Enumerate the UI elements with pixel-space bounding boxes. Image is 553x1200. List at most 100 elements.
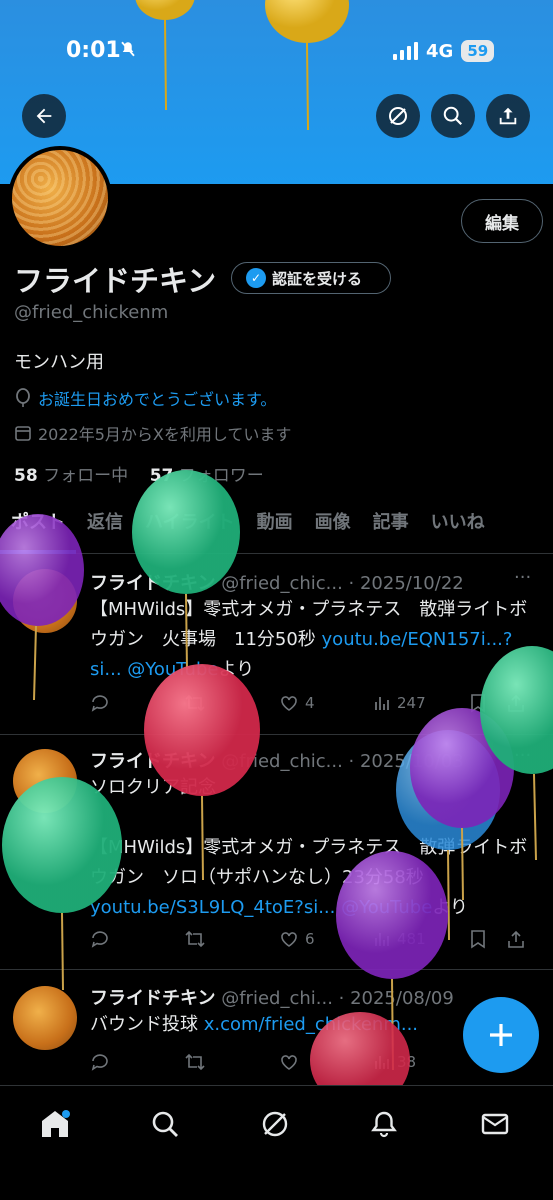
post-item[interactable]: フライドチキン @fried_chic... · 2025/10/22 ··· … [0,555,553,735]
search-icon [443,106,463,126]
get-verified-button[interactable]: ✓ 認証を受ける [231,262,391,294]
profile-name: フライドチキン [14,264,217,298]
signal-icon [393,42,418,60]
bookmark-icon[interactable] [469,929,507,949]
profile-handle: @fried_chickenm [14,302,169,323]
battery-level: 59 [461,40,495,62]
search-icon [152,1111,178,1137]
back-arrow-icon [36,108,52,124]
post-header: フライドチキン @fried_chic... · 2025/10/22 [90,569,464,595]
profile-avatar[interactable] [8,146,112,250]
repost-icon[interactable] [184,929,279,949]
birthday-text: お誕生日おめでとうございます。 [38,390,277,409]
tab-highlights[interactable]: ハイライト [134,510,246,554]
grok-icon [389,107,407,125]
views-icon [375,933,389,946]
post-share-icon[interactable] [507,929,525,949]
heart-icon [281,1055,297,1070]
views-button[interactable]: 481 [373,930,469,948]
reply-icon[interactable] [90,929,184,949]
nav-search[interactable] [145,1104,185,1144]
search-button[interactable] [431,94,475,138]
post-meta: @fried_chic... · 2025/10/22 [221,573,464,594]
balloon-icon [16,388,30,407]
post-link[interactable]: x.com/fried_chickenm... [204,1014,418,1035]
post-avatar[interactable] [13,986,77,1050]
followers-count: 57 [149,466,174,486]
post-meta: @fried_chi... · 2025/08/09 [221,988,454,1009]
post-avatar[interactable] [13,749,77,813]
bookmark-icon[interactable] [469,693,507,713]
post-actions: 6 481 [90,927,540,951]
joined-text: 2022年5月からXを利用しています [38,425,292,444]
post-text: 【MHWilds】零式オメガ・プラネテス 散弾ライトボウガン 火事場 11分50… [90,595,535,685]
followers-link[interactable]: 57 フォロワー [150,466,264,486]
joined-line: 2022年5月からXを利用しています [14,421,291,445]
tab-articles[interactable]: 記事 [362,510,420,554]
share-icon [499,107,517,125]
edit-profile-button[interactable]: 編集 [461,199,543,243]
bell-icon [371,1111,397,1138]
following-label: フォロー中 [43,466,129,486]
nav-home[interactable] [35,1104,75,1144]
nav-notifications[interactable] [364,1104,404,1144]
like-count: 4 [305,694,315,712]
tab-posts[interactable]: ポスト [0,510,76,554]
nav-messages[interactable] [475,1104,515,1144]
views-icon [375,1056,389,1069]
post-avatar[interactable] [13,569,77,633]
post-link[interactable]: youtu.be/S3L9LQ_4toE?si... @YouTube [90,897,432,918]
post-header: フライドチキン @fried_chic... · 2025/10/03 [90,747,464,773]
like-button[interactable]: 6 [279,929,373,949]
heart-icon [281,696,297,711]
share-button[interactable] [486,94,530,138]
more-icon[interactable]: ··· [514,745,531,766]
grok-icon [262,1111,288,1137]
reply-icon[interactable] [90,1052,184,1072]
post-item[interactable]: フライドチキン @fried_chic... · 2025/10/03 ··· … [0,735,553,970]
profile-bio: モンハン用 [14,352,104,373]
post-author: フライドチキン [90,751,216,772]
heart-icon [281,932,297,947]
like-button[interactable] [279,1052,373,1072]
bottom-navigation [0,1085,553,1200]
tab-likes[interactable]: いいね [420,510,496,554]
silent-bell-icon [119,40,137,63]
post-header: フライドチキン @fried_chi... · 2025/08/09 [90,984,454,1010]
tab-videos[interactable]: 動画 [246,510,304,554]
home-icon [42,1110,70,1137]
post-text-suffix: より [432,897,468,918]
get-verified-label: 認証を受ける [272,269,363,288]
repost-icon[interactable] [184,1052,279,1072]
post-author: フライドチキン [90,988,216,1009]
post-author: フライドチキン [90,573,216,594]
profile-tabs: ポスト 返信 ハイライト 動画 画像 記事 いいね [0,510,553,554]
plus-icon [490,1024,512,1046]
view-count: 247 [397,694,426,712]
profile-screen: 0:01 4G 59 編集 フライドチキン ✓ 認証を受ける @fried_ch… [0,0,553,1200]
post-meta: @fried_chic... · 2025/10/03 [221,751,464,772]
back-button[interactable] [22,94,66,138]
following-link[interactable]: 58 フォロー中 [14,466,128,486]
tab-images[interactable]: 画像 [304,510,362,554]
post-actions: 4 247 [90,691,540,715]
birthday-line[interactable]: お誕生日おめでとうございます。 [14,386,276,410]
network-type: 4G [426,40,454,62]
views-button[interactable]: 38 [373,1053,469,1071]
reply-icon[interactable] [90,693,184,713]
tab-replies[interactable]: 返信 [76,510,134,554]
repost-icon[interactable] [184,693,279,713]
like-button[interactable]: 4 [279,693,373,713]
compose-post-button[interactable] [463,997,539,1073]
post-share-icon[interactable] [507,693,525,713]
grok-button[interactable] [376,94,420,138]
like-count: 6 [305,930,315,948]
views-button[interactable]: 247 [373,694,469,712]
status-bar: 0:01 4G 59 [0,30,553,70]
more-icon[interactable]: ··· [514,567,531,588]
post-text-body: バウンド投球 [90,1014,204,1035]
post-text: ソロクリア記念 【MHWilds】零式オメガ・プラネテス 散弾ライトボウガン ソ… [90,773,535,923]
following-count: 58 [14,466,38,486]
views-icon [375,697,389,710]
nav-grok[interactable] [255,1104,295,1144]
